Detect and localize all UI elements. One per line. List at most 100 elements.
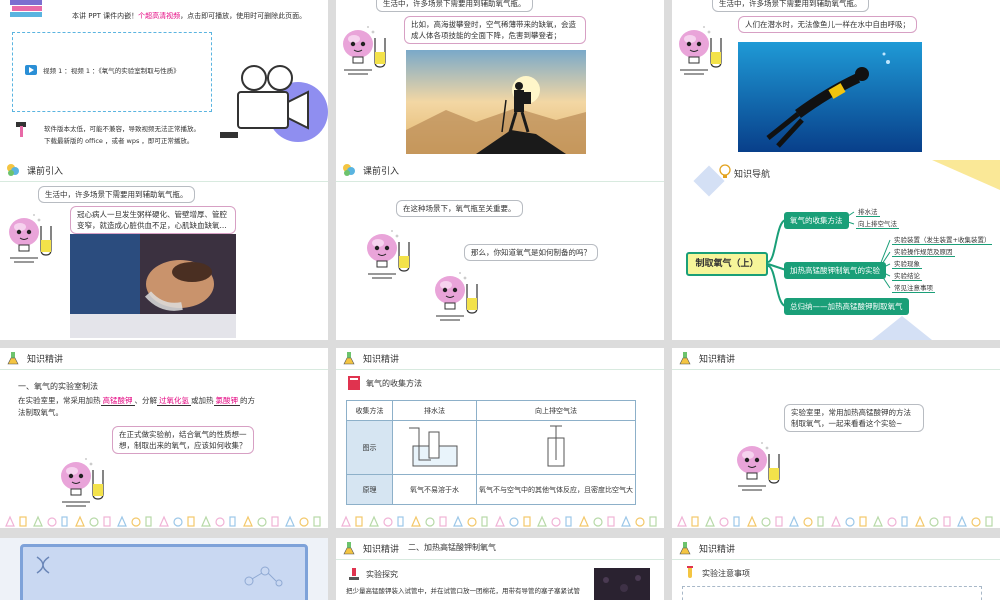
microscope-icon [349, 568, 359, 580]
mindmap-leaf-water[interactable]: 排水法 [856, 206, 880, 217]
header-bubbles-icon [342, 163, 356, 177]
top-bubble: 生活中，许多场景下需要用到辅助氧气瓶。 [38, 186, 195, 203]
mascot-character [6, 206, 56, 266]
table-header-water: 排水法 [392, 400, 477, 421]
blank-hydrogen-peroxide: 过氧化氢 [157, 396, 191, 406]
speech-bubble-1: 在这种场景下，氧气瓶至关重要。 [396, 200, 523, 217]
speech-bubble: 比如，高海拔攀登时，空气稀薄带来的缺氧，会造成人体各项技能的全面下降，危害到攀登… [404, 16, 586, 44]
mindmap-leaf-notes[interactable]: 常见注意事项 [892, 282, 935, 293]
header-title: 知识精讲 [27, 355, 64, 365]
mascot-character-1 [364, 222, 414, 282]
mascot-character [676, 18, 726, 78]
books-icon [10, 0, 42, 17]
video-label[interactable]: 视频 1 ：视频 1 ：《氧气的实验室制取与性质》 [43, 66, 180, 76]
scuba-diver-photo [738, 42, 922, 152]
slide-9[interactable]: 知识精讲 实验室里，常用加热高锰酸钾的方法制取氧气，一起来看看这个实验~ [672, 348, 1000, 528]
speech-bubble: 人们在潜水时，无法像鱼儿一样在水中自由呼吸； [738, 16, 917, 33]
mindmap-branch-summary[interactable]: 总归纳——加热高锰酸钾制取氧气 [784, 298, 909, 315]
mascot-character-2 [432, 264, 482, 324]
intro-line-1: 在实验室里，常采用加热 高锰酸钾 、分解 过氧化氢 或加热 氯酸钾 的方 [18, 396, 255, 406]
water-trough-icon [408, 427, 457, 466]
slide-header: 知识精讲 [672, 538, 1000, 560]
blank-potassium-chlorate: 氯酸钾 [213, 396, 240, 406]
video-box[interactable]: 视频 1 ：视频 1 ：《氧气的实验室制取与性质》 [12, 32, 212, 112]
mindmap-branch-experiment[interactable]: 加热高锰酸钾制氧气的实验 [784, 262, 886, 279]
header-title: 知识精讲 [363, 545, 400, 555]
slide-5[interactable]: 课前引入 在这种场景下，氧气瓶至关重要。 那么，你知道氧气是如何制备的吗？ [336, 160, 664, 340]
table-row-label-principle: 原理 [346, 474, 393, 505]
slide-header: 课前引入 [336, 160, 664, 182]
header-title: 知识精讲 [699, 355, 736, 365]
blank-potassium-permanganate: 高锰酸钾 [100, 396, 135, 406]
upward-air-diagram [476, 420, 636, 475]
slide-header: 知识精讲 二、加热高锰酸钾制氧气 [336, 538, 664, 560]
mindmap-leaf-operation[interactable]: 实验操作规范及原因 [892, 246, 955, 257]
slide-2[interactable]: 生活中，许多场景下需要用到辅助氧气瓶。 比如，高海拔攀登时，空气稀薄带来的缺氧，… [336, 0, 664, 180]
section-title: 实验注意事项 [702, 569, 750, 578]
section-title: 氧气的收集方法 [366, 379, 422, 388]
collection-methods-table: 收集方法 排水法 向上排空气法 图示 原理 氧气不易溶于水 氧气不与空气中的其他… [346, 400, 636, 505]
top-bubble: 生活中，许多场景下需要用到辅助氧气瓶。 [376, 0, 533, 12]
header-title: 知识精讲 [699, 545, 736, 555]
test-tube-icon [687, 566, 693, 578]
header-title: 课前引入 [27, 167, 64, 177]
embed-notice: 本讲 PPT 课件内嵌！个超高清视频，点击即可播放，使用时可删除此页面。 [72, 12, 307, 20]
header-flask-icon [342, 541, 356, 555]
speech-bubble-2: 那么，你知道氧气是如何制备的吗？ [464, 244, 598, 261]
principle-air: 氧气不与空气中的其他气体反应，且密度比空气大 [476, 474, 636, 505]
hammer-icon [16, 122, 26, 137]
header-flask-icon [678, 541, 692, 555]
table-header-air: 向上排空气法 [476, 400, 636, 421]
slide-7[interactable]: 知识精讲 一、氧气的实验室制法 在实验室里，常采用加热 高锰酸钾 、分解 过氧化氢 或加… [0, 348, 328, 528]
header-flask-icon [342, 351, 356, 365]
slide-header: 知识精讲 [672, 348, 1000, 370]
header-flask-icon [678, 351, 692, 365]
software-note-2: 下载最新版的 office ，或者 wps ，即可正常播放。 [44, 137, 194, 145]
header-bubbles-icon [6, 163, 20, 177]
table-header-method: 收集方法 [346, 400, 393, 421]
section-title: 实验探究 [366, 570, 398, 579]
mindmap-branch-collection[interactable]: 氧气的收集方法 [784, 212, 849, 229]
slide-header: 知识精讲 [0, 348, 328, 370]
slide-3[interactable]: 生活中，许多场景下需要用到辅助氧气瓶。 人们在潜水时，无法像鱼儿一样在水中自由呼… [672, 0, 1000, 180]
lab-glassware-decoration [0, 514, 328, 528]
book-icon [348, 376, 360, 390]
mindmap-leaf-apparatus[interactable]: 实验装置（发生装置+收集装置） [892, 234, 993, 245]
header-flask-icon [6, 351, 20, 365]
slide-10[interactable] [0, 538, 328, 600]
speech-bubble: 在正式做实验前，结合氧气的性质想一想，制取出来的氧气，应该如何收集？ [112, 426, 254, 454]
slide-header: 课前引入 [0, 160, 328, 182]
section-title: 一、氧气的实验室制法 [18, 382, 98, 391]
chemistry-frame [20, 544, 308, 600]
film-camera-icon [220, 65, 328, 142]
video-play-icon[interactable] [25, 65, 37, 75]
header-subtitle: 二、加热高锰酸钾制氧气 [408, 543, 496, 552]
slide-6[interactable]: 知识导航 制取氧气（上） 氧气的收集方法 排水法 向上排空气法 加热高锰酸钾制氧… [672, 160, 1000, 340]
slide-11[interactable]: 知识精讲 二、加热高锰酸钾制氧气 实验探究 把少量高锰酸钾装入试管中，并在试管口… [336, 538, 664, 600]
mascot-character [340, 18, 390, 78]
notes-box [682, 586, 982, 600]
header-title: 课前引入 [363, 167, 400, 177]
lab-glassware-decoration [672, 514, 1000, 528]
top-bubble: 生活中，许多场景下需要用到辅助氧气瓶。 [712, 0, 869, 12]
experiment-text: 把少量高锰酸钾装入试管中，并在试管口放一团棉花，用带有导管的塞子塞紧试管 [346, 587, 580, 595]
software-note-1: 软件版本太低，可能不兼容，导致视频无法正常播放。 [44, 125, 200, 133]
intro-line-2: 法制取氧气。 [18, 408, 63, 417]
molecule-icon [244, 566, 283, 587]
mindmap-leaf-air[interactable]: 向上排空气法 [856, 218, 899, 229]
lab-glassware-decoration [336, 514, 664, 528]
speech-bubble: 冠心病人一旦发生粥样硬化、管壁增厚、管腔变窄，就造成心脏供血不足，心肌缺血缺氧.… [70, 206, 236, 234]
gas-jar-icon [547, 425, 565, 466]
mindmap-leaf-phenomenon[interactable]: 实验现象 [892, 258, 922, 269]
mascot-character [734, 434, 784, 494]
slide-8[interactable]: 知识精讲 氧气的收集方法 收集方法 排水法 向上排空气法 图示 原理 氧气不易溶… [336, 348, 664, 528]
slide-4[interactable]: 课前引入 生活中，许多场景下需要用到辅助氧气瓶。 冠心病人一旦发生粥样硬化、管壁… [0, 160, 328, 340]
mountain-climber-photo [406, 50, 586, 154]
slide-12[interactable]: 知识精讲 实验注意事项 [672, 538, 1000, 600]
mindmap-root[interactable]: 制取氧气（上） [686, 252, 768, 276]
header-title: 知识精讲 [363, 355, 400, 365]
mindmap-leaf-conclusion[interactable]: 实验结论 [892, 270, 922, 281]
slide-1[interactable]: 本讲 PPT 课件内嵌！个超高清视频，点击即可播放，使用时可删除此页面。 视频 … [0, 0, 328, 180]
table-row-label-diagram: 图示 [346, 420, 393, 475]
dna-icon [36, 556, 50, 574]
